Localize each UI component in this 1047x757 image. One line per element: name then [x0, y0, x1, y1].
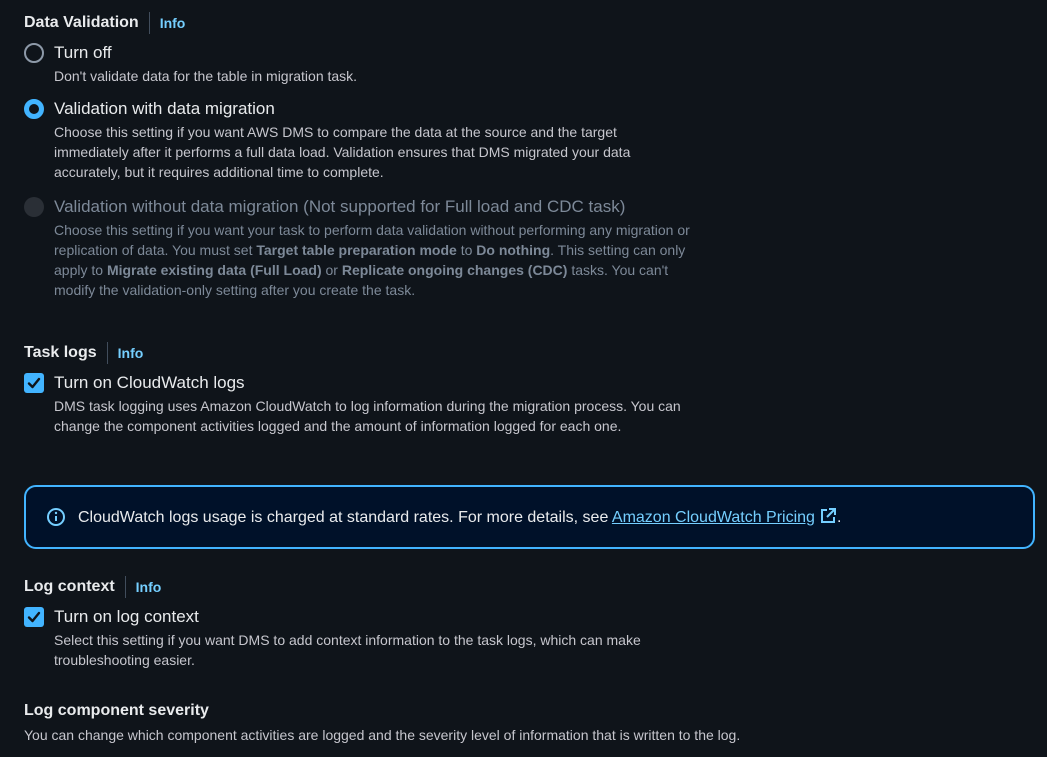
alert-suffix: .: [836, 508, 842, 526]
cloudwatch-logs-checkbox[interactable]: [24, 373, 44, 393]
radio-turn-off-label: Turn off: [54, 43, 112, 62]
task-logs-title: Task logs: [24, 344, 97, 361]
radio-validation-with-migration-desc: Choose this setting if you want AWS DMS …: [54, 124, 631, 180]
divider: [148, 12, 150, 34]
info-circle-icon: [47, 508, 65, 526]
log-component-severity-title: Log component severity: [24, 702, 209, 719]
radio-validation-with-migration-label: Validation with data migration: [54, 99, 275, 118]
divider: [124, 576, 126, 598]
desc-part: or: [321, 262, 342, 278]
radio-option-validation-without-migration: Validation without data migration (Not s…: [24, 196, 694, 300]
check-icon: [27, 611, 41, 623]
desc-bold-cdc: Replicate ongoing changes (CDC): [341, 262, 568, 278]
data-validation-section: Data Validation Info Turn off Don't vali…: [24, 12, 694, 300]
desc-bold-target-table-prep: Target table preparation mode: [256, 242, 457, 258]
external-link-icon[interactable]: [819, 507, 837, 525]
radio-validation-without-migration: [24, 197, 44, 217]
alert-text: CloudWatch logs usage is charged at stan…: [78, 508, 612, 526]
checkbox-option-cloudwatch-logs[interactable]: Turn on CloudWatch logs DMS task logging…: [24, 372, 694, 436]
log-context-section: Log context Info Turn on log context Sel…: [24, 576, 694, 670]
radio-option-turn-off[interactable]: Turn off Don't validate data for the tab…: [24, 42, 694, 86]
cloudwatch-logs-desc: DMS task logging uses Amazon CloudWatch …: [54, 398, 681, 434]
log-context-desc: Select this setting if you want DMS to a…: [54, 632, 641, 668]
task-logs-section: Task logs Info Turn on CloudWatch logs D…: [24, 342, 694, 436]
cloudwatch-pricing-link[interactable]: Amazon CloudWatch Pricing: [612, 509, 815, 526]
radio-validation-without-migration-label: Validation without data migration (Not s…: [54, 197, 626, 216]
task-logs-info-link[interactable]: Info: [118, 343, 144, 363]
divider: [106, 342, 108, 364]
cloudwatch-logs-label: Turn on CloudWatch logs: [54, 373, 245, 392]
cloudwatch-pricing-alert: CloudWatch logs usage is charged at stan…: [24, 485, 1035, 549]
log-component-severity-section: Log component severity You can change wh…: [24, 701, 740, 745]
alert-message: CloudWatch logs usage is charged at stan…: [78, 507, 841, 528]
checkbox-option-log-context[interactable]: Turn on log context Select this setting …: [24, 606, 694, 670]
log-context-info-link[interactable]: Info: [136, 577, 162, 597]
desc-bold-do-nothing: Do nothing: [476, 242, 551, 258]
log-context-label: Turn on log context: [54, 607, 199, 626]
log-context-checkbox[interactable]: [24, 607, 44, 627]
radio-validation-without-migration-desc: Choose this setting if you want your tas…: [54, 220, 694, 300]
log-component-severity-desc: You can change which component activitie…: [24, 727, 741, 743]
log-context-title: Log context: [24, 578, 115, 595]
data-validation-info-link[interactable]: Info: [160, 13, 186, 33]
check-icon: [27, 377, 41, 389]
radio-option-validation-with-migration[interactable]: Validation with data migration Choose th…: [24, 98, 694, 182]
radio-turn-off-desc: Don't validate data for the table in mig…: [54, 68, 358, 84]
radio-turn-off[interactable]: [24, 43, 44, 63]
radio-validation-with-migration[interactable]: [24, 99, 44, 119]
data-validation-title: Data Validation: [24, 14, 139, 31]
desc-part: to: [456, 242, 477, 258]
desc-bold-full-load: Migrate existing data (Full Load): [106, 262, 322, 278]
